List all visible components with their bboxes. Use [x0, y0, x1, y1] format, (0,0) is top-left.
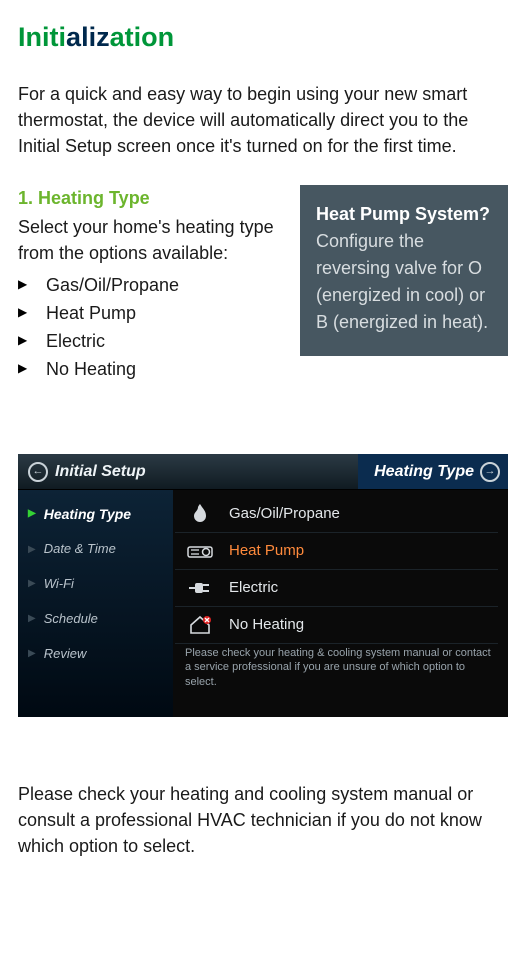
- list-item: Gas/Oil/Propane: [46, 272, 179, 298]
- triangle-bullet-icon: ▶: [18, 360, 32, 377]
- nav-triangle-icon: ▶: [28, 543, 36, 558]
- step-label: 1. Heating Type: [18, 185, 278, 211]
- device-screen-title: Heating Type: [374, 460, 474, 483]
- callout-body: Configure the reversing valve for O (ene…: [316, 231, 488, 332]
- option-electric[interactable]: Electric: [175, 570, 498, 607]
- nav-triangle-icon: ▶: [28, 507, 36, 522]
- plug-icon: [185, 577, 215, 599]
- triangle-bullet-icon: ▶: [18, 276, 32, 293]
- page-title: Initialization: [18, 18, 508, 57]
- list-item: Electric: [46, 328, 105, 354]
- nav-item-date-time[interactable]: ▶Date & Time: [18, 532, 173, 567]
- nav-item-schedule[interactable]: ▶Schedule: [18, 602, 173, 637]
- nav-item-wifi[interactable]: ▶Wi-Fi: [18, 567, 173, 602]
- option-label: Electric: [229, 577, 278, 599]
- footer-note: Please check your heating and cooling sy…: [18, 781, 508, 859]
- option-label: No Heating: [229, 614, 304, 636]
- back-arrow-icon[interactable]: ←: [28, 462, 48, 482]
- option-gas[interactable]: Gas/Oil/Propane: [175, 496, 498, 533]
- list-item: No Heating: [46, 356, 136, 382]
- option-no-heating[interactable]: No Heating: [175, 607, 498, 644]
- option-heat-pump[interactable]: Heat Pump: [175, 533, 498, 570]
- step-description: Select your home's heating type from the…: [18, 214, 278, 266]
- nav-triangle-icon: ▶: [28, 612, 36, 627]
- option-label: Heat Pump: [229, 540, 304, 562]
- triangle-bullet-icon: ▶: [18, 332, 32, 349]
- device-back-label[interactable]: Initial Setup: [55, 460, 146, 483]
- option-label: Gas/Oil/Propane: [229, 503, 340, 525]
- device-hint-text: Please check your heating & cooling syst…: [175, 644, 498, 689]
- house-x-icon: [185, 614, 215, 636]
- flame-icon: [185, 503, 215, 525]
- nav-item-review[interactable]: ▶Review: [18, 637, 173, 672]
- nav-triangle-icon: ▶: [28, 577, 36, 592]
- nav-triangle-icon: ▶: [28, 647, 36, 662]
- thermostat-screenshot: ← Initial Setup Heating Type → ▶Heating …: [18, 454, 508, 717]
- device-side-nav: ▶Heating Type ▶Date & Time ▶Wi-Fi ▶Sched…: [18, 490, 173, 717]
- triangle-bullet-icon: ▶: [18, 304, 32, 321]
- list-item: Heat Pump: [46, 300, 136, 326]
- intro-paragraph: For a quick and easy way to begin using …: [18, 81, 508, 159]
- callout-box: Heat Pump System? Configure the reversin…: [300, 185, 508, 356]
- heat-pump-icon: [185, 540, 215, 562]
- device-main-pane: Gas/Oil/Propane Heat Pump Electric No He…: [173, 490, 508, 717]
- device-header: ← Initial Setup Heating Type →: [18, 454, 508, 490]
- nav-item-heating-type[interactable]: ▶Heating Type: [18, 496, 173, 532]
- forward-arrow-icon[interactable]: →: [480, 462, 500, 482]
- callout-title: Heat Pump System?: [316, 204, 490, 224]
- heating-type-list: ▶ Gas/Oil/Propane ▶ Heat Pump ▶ Electric ▶ N…: [18, 272, 278, 382]
